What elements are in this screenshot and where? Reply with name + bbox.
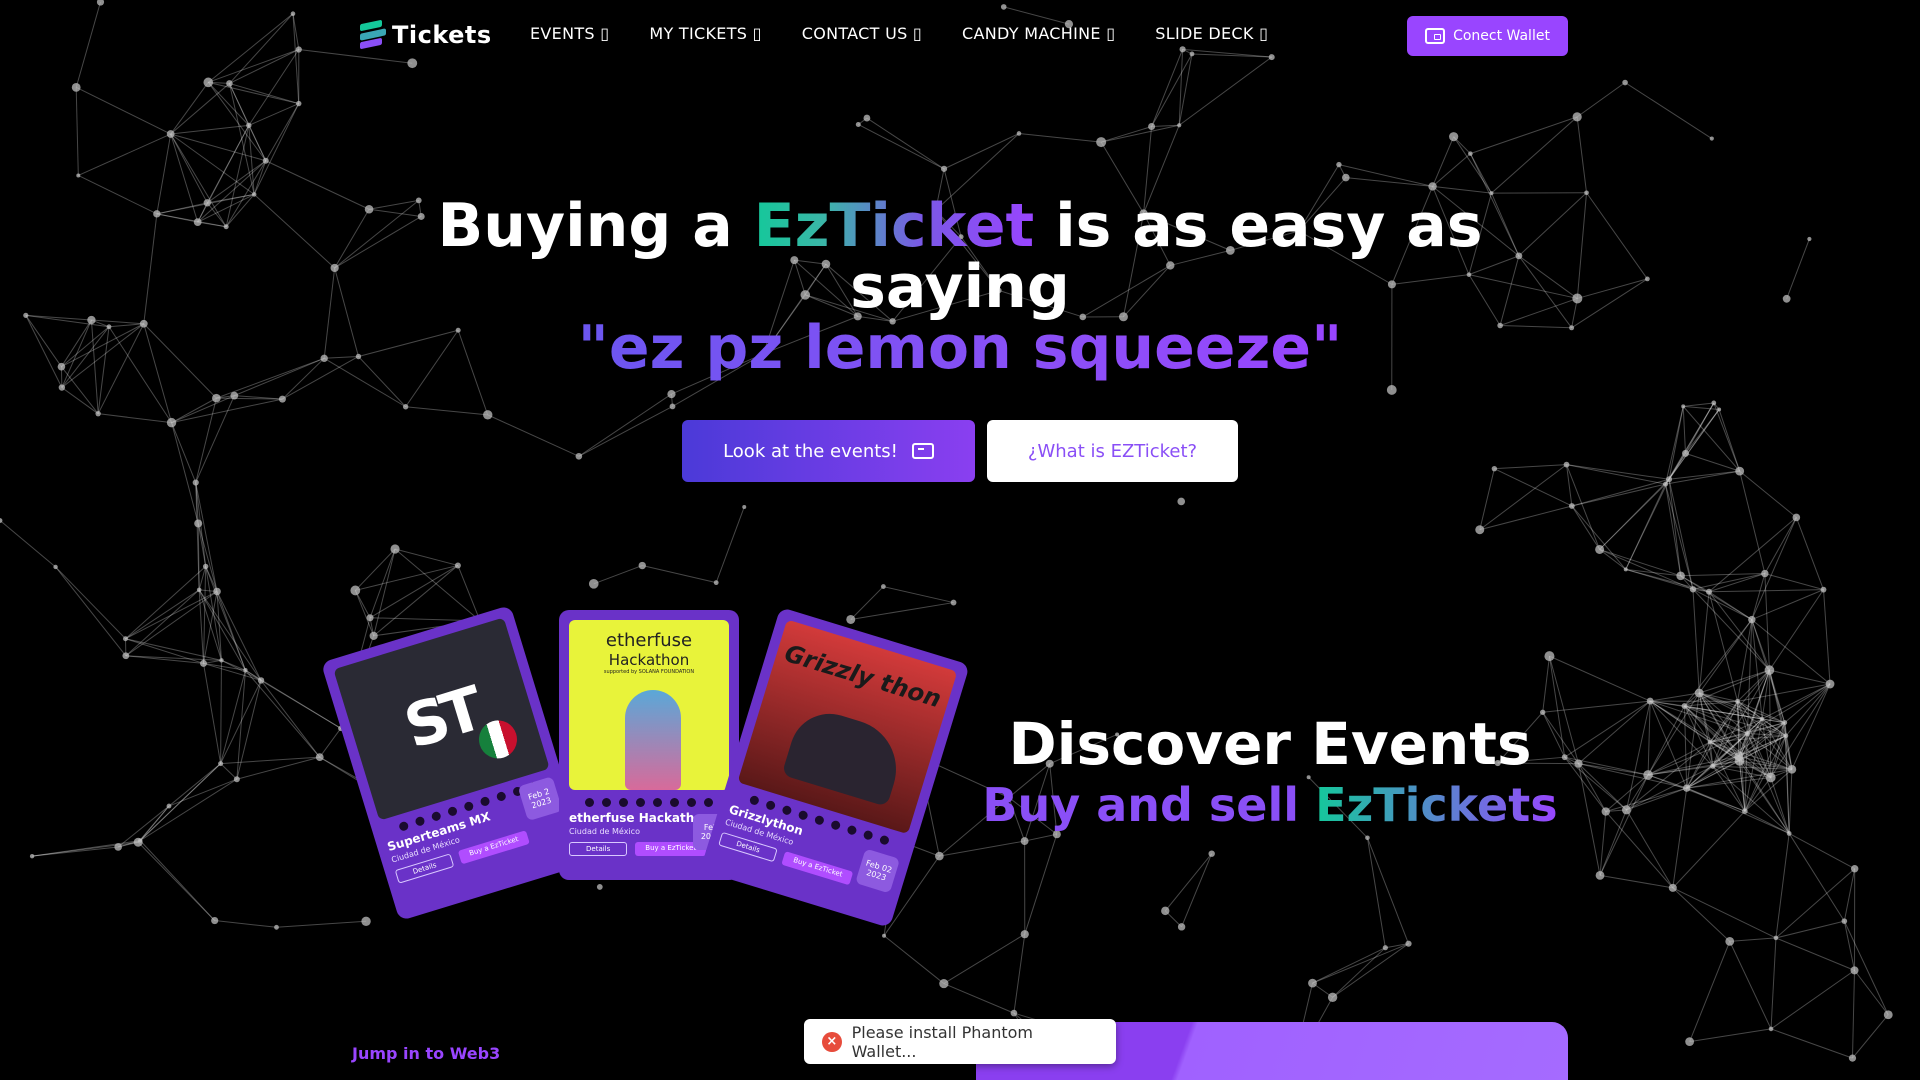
logo-text: Tickets (392, 21, 492, 49)
jump-in-web3-label: Jump in to Web3 (352, 1044, 501, 1063)
nav-links: EVENTS ▯ MY TICKETS ▯ CONTACT US ▯ CANDY… (530, 24, 1268, 43)
ticket-icon (911, 443, 934, 459)
nav-link-slide-deck[interactable]: SLIDE DECK ▯ (1155, 24, 1268, 43)
hero-line-1-suffix: is as easy as (1034, 191, 1483, 261)
connect-wallet-label: Conect Wallet (1453, 28, 1550, 44)
nav-link-events[interactable]: EVENTS ▯ (530, 24, 609, 43)
connect-wallet-button[interactable]: Conect Wallet (1407, 16, 1568, 56)
hero-heading: Buying a EzTicket is as easy as saying "… (360, 196, 1560, 379)
etherfuse-art-supported: supported by SOLANA FOUNDATION (603, 669, 695, 675)
look-at-events-button[interactable]: Look at the events! (682, 420, 975, 482)
discover-section: Discover Events Buy and sell EzTickets (960, 710, 1580, 832)
etherfuse-art-subtitle: Hackathon (608, 651, 690, 669)
hero-brand-highlight: EzTicket (753, 191, 1035, 261)
discover-title: Discover Events (1008, 710, 1532, 778)
hero-line-1: Buying a EzTicket is as easy as (360, 196, 1560, 257)
nav-link-contact-us[interactable]: CONTACT US ▯ (802, 24, 922, 43)
hero-slogan: "ez pz lemon squeeze" (577, 313, 1343, 383)
error-toast[interactable]: × Please install Phantom Wallet... (804, 1019, 1116, 1064)
grizzlython-art-title: Grizzly thon (781, 639, 945, 714)
ticket-perforation (569, 798, 729, 807)
logo-mark-icon (360, 19, 386, 50)
hero-line-1-prefix: Buying a (437, 191, 754, 261)
top-navbar: Tickets EVENTS ▯ MY TICKETS ▯ CONTACT US… (0, 0, 1920, 70)
nav-link-my-tickets[interactable]: MY TICKETS ▯ (649, 24, 761, 43)
hero-cta-row: Look at the events! ¿What is EZTicket? (682, 420, 1238, 482)
nav-link-candy-machine[interactable]: CANDY MACHINE ▯ (962, 24, 1115, 43)
toast-message: Please install Phantom Wallet... (851, 1022, 1033, 1061)
what-is-ezticket-button[interactable]: ¿What is EZTicket? (987, 420, 1238, 482)
superteam-logo-icon: ST (396, 674, 487, 764)
etherfuse-art-title: etherfuse (605, 630, 693, 651)
logo[interactable]: Tickets (360, 19, 492, 50)
event-card-art: etherfuse Hackathon supported by SOLANA … (569, 620, 729, 790)
discover-subtitle-highlight: EzTickets (1315, 778, 1558, 832)
look-at-events-label: Look at the events! (723, 440, 898, 462)
network-background (0, 0, 1893, 1080)
grizzly-bear-icon (781, 703, 909, 807)
discover-subtitle-prefix: Buy and sell (982, 778, 1316, 832)
discover-subtitle: Buy and sell EzTickets (960, 778, 1580, 832)
error-icon: × (822, 1031, 842, 1052)
hero-line-3: "ez pz lemon squeeze" (360, 318, 1560, 379)
mexico-flag-icon (474, 715, 522, 764)
wallet-icon (1425, 28, 1446, 44)
hero-line-2: saying (850, 252, 1070, 322)
what-is-ezticket-label: ¿What is EZTicket? (1027, 440, 1198, 462)
luchador-mask-icon (625, 690, 681, 790)
event-card-details-button[interactable]: Details (569, 842, 628, 856)
